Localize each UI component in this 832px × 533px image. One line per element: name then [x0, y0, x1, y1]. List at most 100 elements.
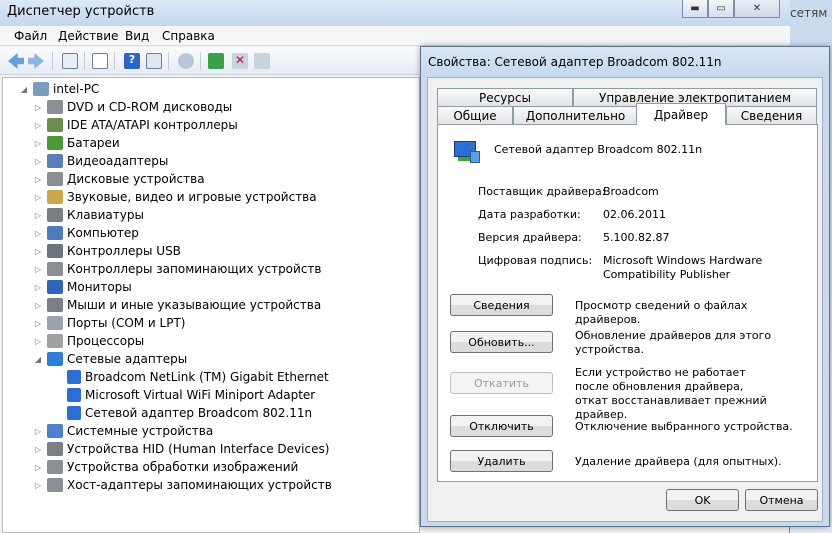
tree-device[interactable]: Broadcom NetLink (TM) Gigabit Ethernet [67, 368, 329, 386]
device-category-icon [47, 136, 63, 150]
tree-category-label: Контроллеры запоминающих устройств [67, 262, 322, 276]
expand-icon[interactable]: ▷ [33, 319, 43, 328]
update-button[interactable]: Обновить... [450, 331, 553, 353]
tree-device[interactable]: Microsoft Virtual WiFi Miniport Adapter [67, 386, 315, 404]
menu-view[interactable]: Вид [125, 29, 149, 43]
tree-category[interactable]: ▷ Мониторы [33, 278, 132, 296]
device-name: Сетевой адаптер Broadcom 802.11n [494, 143, 703, 156]
expand-icon[interactable]: ▷ [33, 211, 43, 220]
tree-category[interactable]: ▷ Хост-адаптеры запоминающих устройств [33, 476, 332, 494]
tree-category-label: Порты (COM и LPT) [67, 316, 186, 330]
tree-category[interactable]: ▷ Дисковые устройства [33, 170, 205, 188]
expand-icon[interactable]: ▷ [33, 301, 43, 310]
menu-help[interactable]: Справка [162, 29, 215, 43]
tree-category[interactable]: ▷ Системные устройства [33, 422, 213, 440]
maximize-button[interactable]: ▭ [708, 0, 734, 18]
tree-category-label: Мониторы [67, 280, 132, 294]
device-category-icon [47, 244, 63, 258]
tab-advanced[interactable]: Дополнительно [513, 106, 638, 125]
tree-category-label: Устройства обработки изображений [67, 460, 299, 474]
minimize-button[interactable]: ▬ [682, 0, 708, 18]
back-icon[interactable] [8, 53, 24, 69]
tree-category-label: Мыши и иные указывающие устройства [67, 298, 322, 312]
collapse-icon[interactable]: ◢ [19, 85, 29, 94]
update-driver-icon[interactable] [208, 53, 224, 69]
tree-category[interactable]: ▷ Порты (COM и LPT) [33, 314, 185, 332]
tree-category[interactable]: ▷ Устройства обработки изображений [33, 458, 298, 476]
expand-icon[interactable]: ▷ [33, 283, 43, 292]
tree-category-label: IDE ATA/ATAPI контроллеры [67, 118, 238, 132]
expand-icon[interactable]: ▷ [33, 157, 43, 166]
uninstall-icon[interactable]: ✕ [232, 53, 248, 69]
tab-general[interactable]: Общие [437, 106, 513, 125]
expand-icon[interactable]: ▷ [33, 121, 43, 130]
collapse-icon[interactable]: ◢ [33, 355, 43, 364]
tree-category[interactable]: ▷ Процессоры [33, 332, 144, 350]
tree-root[interactable]: ◢ intel-PC [19, 80, 99, 98]
cancel-button[interactable]: Отмена [745, 489, 818, 511]
tree-category[interactable]: ▷ Контроллеры запоминающих устройств [33, 260, 321, 278]
uninstall-button[interactable]: Удалить [450, 450, 553, 472]
tree-category-label: Звуковые, видео и игровые устройства [67, 190, 317, 204]
tab-details[interactable]: Сведения [726, 106, 817, 125]
title-bar: Диспетчер устройств ▬ ▭ ✕ [0, 0, 790, 26]
uninstall-desc: Удаление драйвера (для опытных). [575, 455, 782, 468]
expand-icon[interactable]: ▷ [33, 337, 43, 346]
scan-hardware-icon[interactable] [178, 53, 194, 69]
expand-icon[interactable]: ▷ [33, 139, 43, 148]
expand-icon[interactable]: ▷ [33, 265, 43, 274]
ok-button[interactable]: OK [666, 489, 739, 511]
details-button[interactable]: Сведения [450, 294, 553, 316]
expand-icon[interactable]: ▷ [33, 427, 43, 436]
tree-category-label: Дисковые устройства [67, 172, 205, 186]
tree-category[interactable]: ◢ Сетевые адаптеры [33, 350, 187, 368]
tree-category-label: Клавиатуры [67, 208, 144, 222]
date-value: 02.06.2011 [603, 208, 666, 221]
expand-icon[interactable]: ▷ [33, 463, 43, 472]
forward-icon[interactable] [28, 53, 44, 69]
close-button[interactable]: ✕ [734, 0, 780, 18]
network-adapter-icon [67, 388, 81, 402]
disable-icon[interactable] [254, 53, 270, 69]
tree-category[interactable]: ▷ Компьютер [33, 224, 139, 242]
tree-category-label: Устройства HID (Human Interface Devices) [67, 442, 330, 456]
expand-icon[interactable]: ▷ [33, 481, 43, 490]
tree-device-label: Сетевой адаптер Broadcom 802.11n [85, 406, 313, 420]
tree-category[interactable]: ▷ Звуковые, видео и игровые устройства [33, 188, 317, 206]
tab-driver[interactable]: Драйвер [636, 103, 726, 125]
menu-action[interactable]: Действие [58, 29, 118, 43]
properties-icon[interactable] [92, 53, 108, 69]
expand-icon[interactable]: ▷ [33, 193, 43, 202]
properties-pane-icon[interactable] [62, 53, 78, 69]
disable-button[interactable]: Отключить [450, 415, 553, 437]
tree-category[interactable]: ▷ DVD и CD-ROM дисководы [33, 98, 232, 116]
tree-category[interactable]: ▷ IDE ATA/ATAPI контроллеры [33, 116, 238, 134]
expand-icon[interactable]: ▷ [33, 103, 43, 112]
tree-category[interactable]: ▷ Мыши и иные указывающие устройства [33, 296, 321, 314]
expand-icon[interactable]: ▷ [33, 229, 43, 238]
tree-category-label: DVD и CD-ROM дисководы [67, 100, 233, 114]
rollback-button[interactable]: Откатить [450, 372, 553, 394]
tree-category[interactable]: ▷ Устройства HID (Human Interface Devices… [33, 440, 329, 458]
tree-category[interactable]: ▷ Видеоадаптеры [33, 152, 168, 170]
tree-category-label: Процессоры [67, 334, 145, 348]
disable-desc: Отключение выбранного устройства. [575, 420, 793, 433]
tab-resources[interactable]: Ресурсы [437, 88, 573, 106]
tree-category[interactable]: ▷ Контроллеры USB [33, 242, 181, 260]
menu-bar: Файл Действие Вид Справка [0, 26, 790, 46]
tree-category[interactable]: ▷ Клавиатуры [33, 206, 144, 224]
expand-icon[interactable]: ▷ [33, 445, 43, 454]
device-category-icon [47, 280, 63, 294]
device-category-icon [47, 190, 63, 204]
date-label: Дата разработки: [478, 208, 581, 221]
tree-category-label: Системные устройства [67, 424, 214, 438]
network-adapter-icon [67, 370, 81, 384]
menu-file[interactable]: Файл [14, 29, 47, 43]
help-icon[interactable]: ? [124, 53, 140, 69]
tree-category[interactable]: ▷ Батареи [33, 134, 120, 152]
expand-icon[interactable]: ▷ [33, 175, 43, 184]
expand-icon[interactable]: ▷ [33, 247, 43, 256]
tree-device[interactable]: Сетевой адаптер Broadcom 802.11n [67, 404, 312, 422]
device-category-icon [47, 316, 63, 330]
view-icon[interactable] [146, 53, 162, 69]
